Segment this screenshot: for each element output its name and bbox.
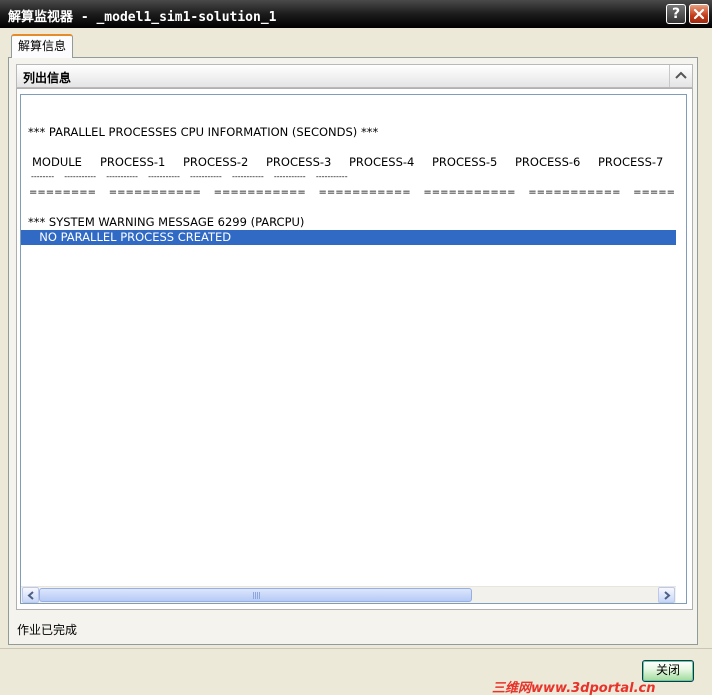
list-info-group-header[interactable]: 列出信息 <box>16 64 693 88</box>
column-process-7: PROCESS-7 <box>598 155 664 169</box>
column-process-1: PROCESS-1 <box>100 155 166 169</box>
list-line-warning[interactable]: *** SYSTEM WARNING MESSAGE 6299 (PARCPU) <box>28 215 304 230</box>
column-module: MODULE <box>32 155 82 169</box>
scroll-thumb[interactable] <box>39 588 472 602</box>
scroll-left-button[interactable] <box>22 587 39 603</box>
title-bar[interactable]: 解算监视器 - _model1_sim1-solution_1 ? <box>0 0 712 28</box>
list-content: *** PARALLEL PROCESSES CPU INFORMATION (… <box>21 95 676 587</box>
help-icon: ? <box>671 6 681 22</box>
scroll-right-button[interactable] <box>658 587 675 603</box>
group-title: 列出信息 <box>23 71 72 85</box>
list-line-selected[interactable]: NO PARALLEL PROCESS CREATED <box>21 230 676 245</box>
window-title: 解算监视器 - _model1_sim1-solution_1 <box>8 10 277 25</box>
chevron-up-icon <box>675 71 687 79</box>
chevron-left-icon <box>26 591 34 600</box>
column-process-3: PROCESS-3 <box>266 155 332 169</box>
column-process-4: PROCESS-4 <box>349 155 415 169</box>
list-frame: *** PARALLEL PROCESSES CPU INFORMATION (… <box>16 88 693 610</box>
collapse-button[interactable] <box>669 65 692 87</box>
close-icon <box>693 8 705 20</box>
chevron-right-icon <box>663 591 671 600</box>
grip-icon <box>253 592 261 599</box>
help-button[interactable]: ? <box>666 4 686 24</box>
status-text: 作业已完成 <box>17 623 78 637</box>
column-process-5: PROCESS-5 <box>432 155 498 169</box>
watermark: 三维网www.3dportal.cn <box>492 681 656 695</box>
tab-solution-info[interactable]: 解算信息 <box>11 34 73 58</box>
list-line-dashes[interactable]: -------- ----------- ----------- -------… <box>31 169 348 184</box>
column-process-6: PROCESS-6 <box>515 155 581 169</box>
column-process-2: PROCESS-2 <box>183 155 249 169</box>
horizontal-scrollbar[interactable] <box>21 586 676 603</box>
tab-panel: 列出信息 *** PARALLEL PROCESSES CPU INFORMAT… <box>8 57 698 645</box>
list-line-equals[interactable]: ======== =========== =========== =======… <box>29 185 676 200</box>
tab-label: 解算信息 <box>17 39 66 53</box>
solution-monitor-window: 解算监视器 - _model1_sim1-solution_1 ? 解算信息 列… <box>0 0 712 695</box>
window-close-button[interactable] <box>689 4 709 24</box>
list-line-header[interactable]: *** PARALLEL PROCESSES CPU INFORMATION (… <box>28 125 378 140</box>
info-listbox[interactable]: *** PARALLEL PROCESSES CPU INFORMATION (… <box>20 94 687 604</box>
